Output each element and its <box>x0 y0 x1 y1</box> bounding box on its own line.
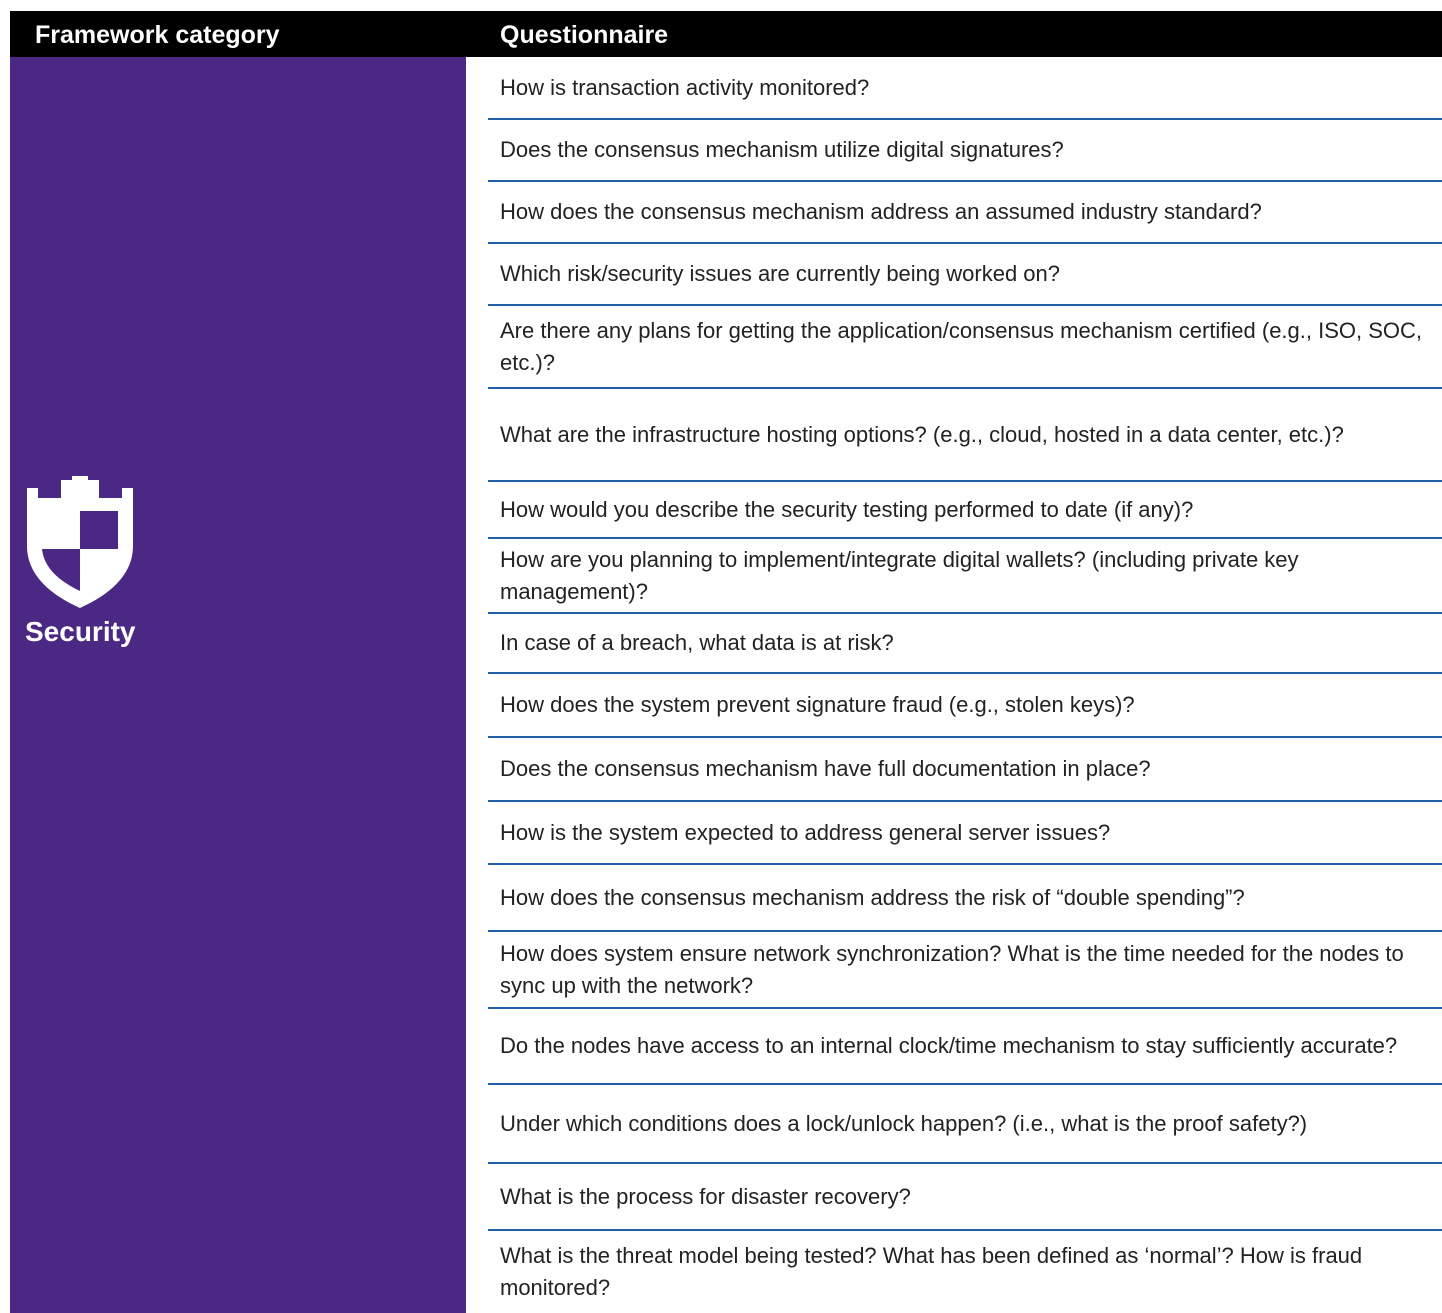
question-text: How does the system prevent signature fr… <box>500 692 1135 717</box>
question-row: In case of a breach, what data is at ris… <box>488 614 1442 674</box>
question-text: In case of a breach, what data is at ris… <box>500 630 894 655</box>
shield-icon <box>27 476 133 608</box>
question-text: Do the nodes have access to an internal … <box>500 1033 1398 1058</box>
question-row: Does the consensus mechanism utilize dig… <box>488 120 1442 182</box>
question-text: How does the consensus mechanism address… <box>500 884 1245 910</box>
question-row: What is the threat model being tested? W… <box>488 1231 1442 1313</box>
question-text: How is the system expected to address ge… <box>500 819 1111 845</box>
question-row: How does system ensure network synchroni… <box>488 932 1442 1009</box>
question-text: What is the threat model being tested? W… <box>500 1243 1363 1300</box>
question-row: How is the system expected to address ge… <box>488 802 1442 865</box>
question-text: How would you describe the security test… <box>500 496 1194 522</box>
question-text: How are you planning to implement/integr… <box>500 546 1299 604</box>
question-row: Do the nodes have access to an internal … <box>488 1009 1442 1085</box>
questionnaire-heading: Questionnaire <box>500 21 669 49</box>
question-row: How are you planning to implement/integr… <box>488 539 1442 614</box>
question-text: Under which conditions does a lock/unloc… <box>500 1110 1308 1136</box>
question-text: How is transaction activity monitored? <box>500 74 870 100</box>
question-row: How would you describe the security test… <box>488 482 1442 539</box>
question-row: What is the process for disaster recover… <box>488 1164 1442 1231</box>
question-row: How does the system prevent signature fr… <box>488 674 1442 738</box>
question-text: How does the consensus mechanism address… <box>500 199 1262 224</box>
question-row: Does the consensus mechanism have full d… <box>488 738 1442 802</box>
question-row: Under which conditions does a lock/unloc… <box>488 1085 1442 1164</box>
question-row: Are there any plans for getting the appl… <box>488 306 1442 389</box>
question-text: Does the consensus mechanism utilize dig… <box>500 137 1064 162</box>
table-header: Framework category Questionnaire <box>10 11 1442 57</box>
question-text: How does system ensure network synchroni… <box>500 940 1404 998</box>
category-column <box>10 57 466 1313</box>
question-text: What are the infrastructure hosting opti… <box>500 421 1344 447</box>
question-text: Which risk/security issues are currently… <box>500 261 1061 286</box>
question-row: Which risk/security issues are currently… <box>488 244 1442 306</box>
question-row: How does the consensus mechanism address… <box>488 182 1442 244</box>
framework-category-heading: Framework category <box>35 21 280 49</box>
question-row: How does the consensus mechanism address… <box>488 865 1442 932</box>
question-row: How is transaction activity monitored? <box>488 57 1442 120</box>
category-label: Security <box>25 616 136 647</box>
question-text: Does the consensus mechanism have full d… <box>500 756 1151 781</box>
question-text: Are there any plans for getting the appl… <box>500 317 1423 375</box>
question-row: What are the infrastructure hosting opti… <box>488 389 1442 482</box>
question-text: What is the process for disaster recover… <box>500 1183 911 1209</box>
